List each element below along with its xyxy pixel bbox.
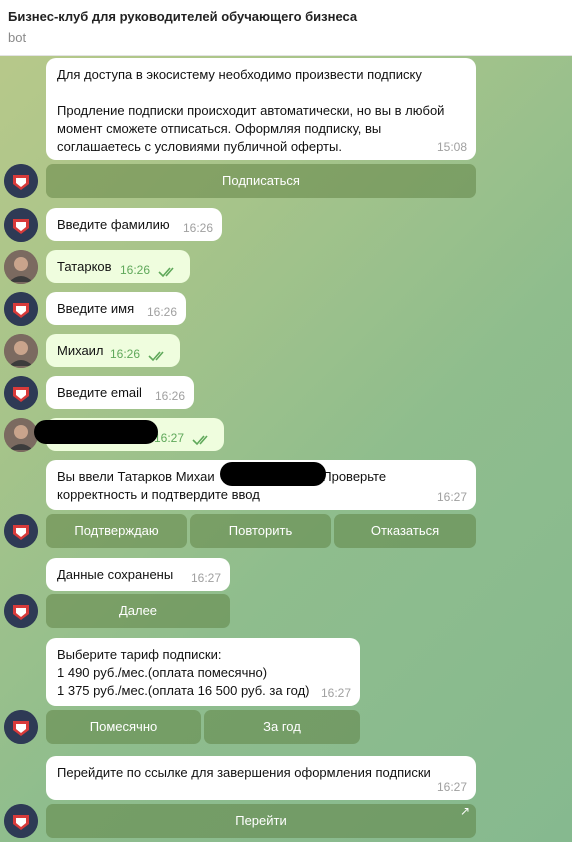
user-avatar[interactable]: [4, 250, 38, 284]
message-choose-tariff: Выберите тариф подписки: 1 490 руб./мес.…: [46, 638, 360, 706]
message-enter-name: Введите имя 16:26: [46, 292, 186, 325]
chat-subtitle: bot: [8, 30, 27, 45]
bot-avatar[interactable]: [4, 514, 38, 548]
external-link-icon: ↗: [459, 804, 470, 818]
message-name-reply: Михаил 16:26: [46, 334, 180, 367]
user-avatar[interactable]: [4, 334, 38, 368]
go-link-button[interactable]: Перейти ↗: [46, 804, 476, 838]
message-surname-reply: Татарков 16:26: [46, 250, 190, 283]
double-check-icon: [148, 351, 164, 362]
double-check-icon: [158, 267, 174, 278]
message-enter-email: Введите email 16:26: [46, 376, 194, 409]
confirm-button[interactable]: Подтверждаю: [46, 514, 187, 548]
bot-avatar[interactable]: [4, 594, 38, 628]
message-time: 15:08: [436, 140, 467, 154]
message-time: 16:26: [146, 305, 177, 319]
message-time: 16:27: [153, 431, 184, 445]
redaction-mark: [220, 462, 326, 486]
message-text: Для доступа в экосистему необходимо прои…: [57, 67, 445, 154]
bot-avatar[interactable]: [4, 804, 38, 838]
bot-avatar[interactable]: [4, 164, 38, 198]
chat-header[interactable]: Бизнес-клуб для руководителей обучающего…: [0, 0, 572, 56]
message-text-line2: корректность и подтвердите ввод: [57, 487, 260, 502]
message-time: 16:26: [154, 389, 185, 403]
message-follow-link: Перейдите по ссылке для завершения оформ…: [46, 756, 476, 800]
message-text: Перейдите по ссылке для завершения оформ…: [57, 765, 431, 780]
subscribe-button[interactable]: Подписаться: [46, 164, 476, 198]
chat-title: Бизнес-клуб для руководителей обучающего…: [8, 9, 358, 24]
yearly-button[interactable]: За год: [204, 710, 360, 744]
decline-button[interactable]: Отказаться: [334, 514, 476, 548]
next-button[interactable]: Далее: [46, 594, 230, 628]
message-text: Выберите тариф подписки: 1 490 руб./мес.…: [57, 647, 310, 698]
bot-avatar[interactable]: [4, 208, 38, 242]
double-check-icon: [192, 435, 208, 446]
repeat-button[interactable]: Повторить: [190, 514, 331, 548]
go-button-label: Перейти: [235, 813, 287, 828]
bot-avatar[interactable]: [4, 292, 38, 326]
message-time: 16:27: [320, 686, 351, 700]
bot-avatar[interactable]: [4, 376, 38, 410]
message-time: 16:26: [119, 263, 150, 277]
message-data-saved: Данные сохранены 16:27: [46, 558, 230, 591]
redaction-mark: [34, 420, 158, 444]
monthly-button[interactable]: Помесячно: [46, 710, 201, 744]
message-enter-surname: Введите фамилию 16:26: [46, 208, 222, 241]
user-avatar[interactable]: [4, 418, 38, 452]
bot-avatar[interactable]: [4, 710, 38, 744]
message-time: 16:27: [436, 490, 467, 504]
message-time: 16:26: [109, 347, 140, 361]
message-time: 16:27: [190, 571, 221, 585]
message-time: 16:26: [182, 221, 213, 235]
message-subscription-info: Для доступа в экосистему необходимо прои…: [46, 58, 476, 160]
